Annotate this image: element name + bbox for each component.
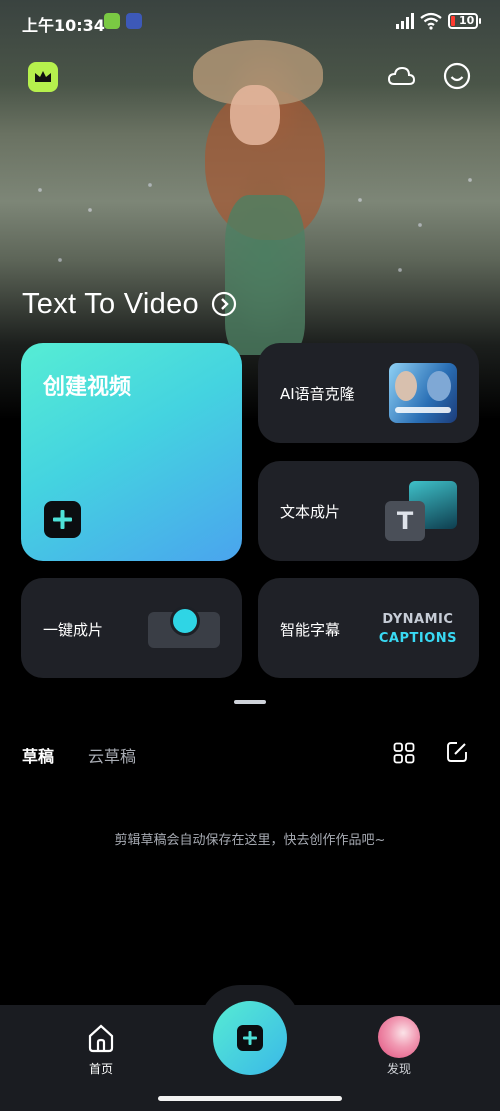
text-to-clip-label: 文本成片 — [280, 503, 341, 521]
chevron-right-circle-icon — [211, 291, 237, 317]
home-icon — [88, 1024, 114, 1053]
robot-icon — [170, 606, 200, 636]
robot-face-graphic — [427, 371, 451, 401]
plus-icon — [44, 501, 81, 538]
plus-icon — [237, 1025, 263, 1051]
discover-avatar — [378, 1016, 420, 1058]
smile-icon[interactable] — [443, 62, 471, 90]
one-click-thumbnail — [148, 604, 220, 652]
ai-voice-clone-card[interactable]: AI语音克隆 — [258, 343, 479, 443]
text-to-video-link[interactable]: Text To Video — [22, 286, 237, 322]
create-video-card[interactable]: 创建视频 — [21, 343, 242, 561]
hero-face — [230, 85, 280, 145]
ai-voice-clone-label: AI语音克隆 — [280, 385, 355, 403]
wifi-icon — [420, 12, 442, 30]
one-click-clip-card[interactable]: 一键成片 — [21, 578, 242, 678]
nav-home-label: 首页 — [88, 1062, 113, 1076]
status-time: 上午10:34 — [22, 16, 105, 35]
edit-icon[interactable] — [446, 741, 468, 763]
dynamic-captions-thumbnail: DYNAMIC CAPTIONS — [379, 610, 457, 648]
nav-discover-label: 发现 — [386, 1062, 411, 1076]
home-indicator[interactable] — [158, 1096, 342, 1101]
battery-percent: 10 — [459, 14, 475, 27]
crown-icon[interactable] — [28, 62, 58, 92]
battery-tip — [479, 18, 481, 24]
create-video-label: 创建视频 — [43, 375, 132, 400]
ai-voice-clone-thumbnail — [389, 363, 457, 423]
text-to-clip-thumbnail: T — [385, 481, 457, 543]
cloud-icon[interactable] — [386, 62, 416, 92]
status-bar: 上午10:34 10 — [0, 0, 500, 44]
hero-dress — [225, 195, 305, 355]
battery-level — [451, 16, 455, 26]
smart-captions-card[interactable]: 智能字幕 DYNAMIC CAPTIONS — [258, 578, 479, 678]
tab-cloud-drafts[interactable]: 云草稿 — [88, 743, 136, 767]
smart-captions-label: 智能字幕 — [280, 621, 341, 639]
one-click-clip-label: 一键成片 — [43, 621, 104, 639]
download-notification-icon — [104, 13, 120, 29]
battery-icon: 10 — [448, 13, 478, 29]
create-fab[interactable] — [213, 1001, 287, 1075]
empty-drafts-message: 剪辑草稿会自动保存在这里，快去创作作品吧~ — [114, 833, 386, 848]
grid-icon[interactable] — [393, 742, 415, 764]
signal-icon — [396, 13, 414, 29]
nav-home[interactable]: 首页 — [70, 1020, 132, 1080]
nav-discover[interactable]: 发现 — [368, 1016, 430, 1080]
human-face-graphic — [395, 371, 417, 401]
text-t-icon: T — [385, 501, 425, 541]
drag-handle[interactable] — [234, 700, 266, 704]
dynamic-captions-line2: CAPTIONS — [378, 631, 457, 646]
text-to-clip-card[interactable]: 文本成片 T — [258, 461, 479, 561]
dynamic-captions-line1: DYNAMIC — [382, 612, 454, 627]
tab-drafts[interactable]: 草稿 — [22, 743, 54, 767]
hero-title: Text To Video — [22, 287, 199, 320]
app-notification-icon — [126, 13, 142, 29]
sound-wave-graphic — [395, 407, 451, 413]
